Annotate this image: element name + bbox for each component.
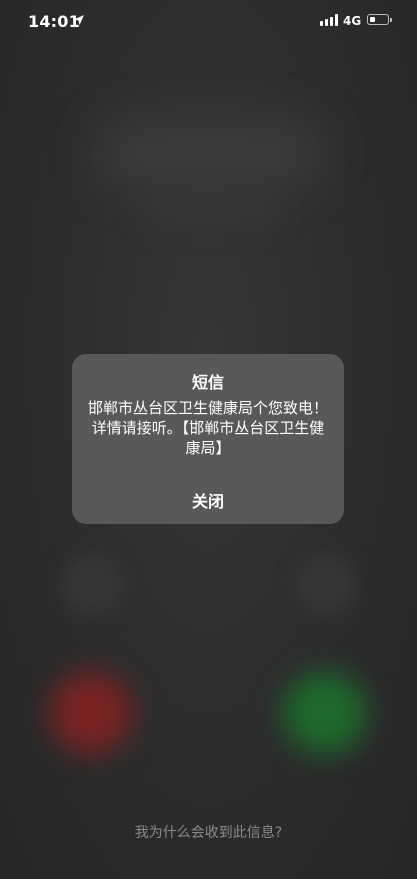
- status-bar: 14:01 4G: [0, 0, 417, 44]
- alert-title: 短信: [191, 373, 224, 392]
- blurred-remind-me-button: [62, 555, 122, 615]
- signal-bars-icon: [320, 14, 338, 26]
- alert-close-button[interactable]: 关闭: [72, 479, 344, 524]
- blurred-message-button: [296, 555, 356, 615]
- blurred-caller-subtitle: [140, 200, 280, 224]
- battery-icon: [367, 14, 392, 25]
- why-received-link[interactable]: 我为什么会收到此信息?: [0, 822, 417, 842]
- blurred-caller-name: [95, 118, 325, 188]
- incoming-call-screen: 14:01 4G 短信 邯郸市丛台区卫生健康局个您致电！详情请接听。【邯郸市丛台…: [0, 0, 417, 879]
- location-arrow-icon: [74, 15, 84, 25]
- decline-call-button[interactable]: [50, 672, 132, 754]
- sms-alert-dialog: 短信 邯郸市丛台区卫生健康局个您致电！详情请接听。【邯郸市丛台区卫生健康局】 关…: [72, 354, 344, 524]
- alert-message: 邯郸市丛台区卫生健康局个您致电！详情请接听。【邯郸市丛台区卫生健康局】: [87, 399, 328, 457]
- network-type: 4G: [343, 14, 362, 28]
- accept-call-button[interactable]: [284, 672, 366, 754]
